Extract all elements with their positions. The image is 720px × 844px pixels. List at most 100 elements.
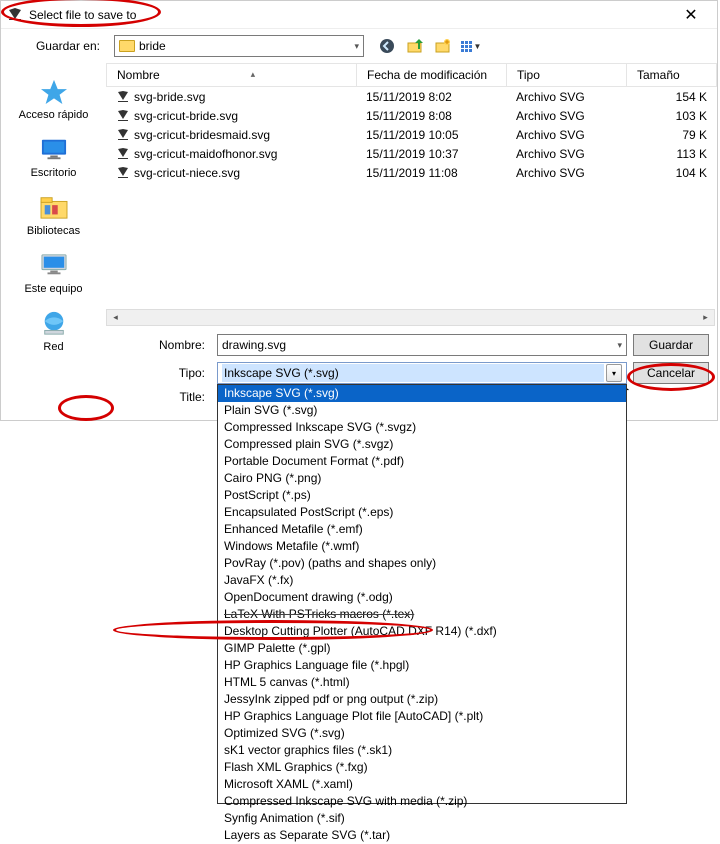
sort-asc-icon: ▴ [251,69,256,80]
scroll-track[interactable] [124,310,697,325]
filetype-selected: Inkscape SVG (*.svg) [222,364,604,382]
filetype-option[interactable]: Windows Metafile (*.wmf) [218,538,626,555]
place-label: Este equipo [24,283,82,295]
scroll-left-icon[interactable]: ◂ [107,310,124,325]
folder-icon [119,40,135,52]
svg-file-icon [116,109,130,123]
filename-label: Nombre: [126,338,211,352]
file-date: 15/11/2019 10:37 [356,147,506,161]
filetype-option[interactable]: HP Graphics Language Plot file [AutoCAD]… [218,708,626,725]
filetype-option[interactable]: Synfig Animation (*.sif) [218,810,626,827]
file-name: svg-cricut-bridesmaid.svg [134,128,270,142]
chevron-down-icon[interactable]: ▾ [606,364,622,382]
file-date: 15/11/2019 10:05 [356,128,506,142]
places-sidebar: Acceso rápido Escritorio Bibliotecas Este e… [1,63,106,420]
filetype-option[interactable]: JessyInk zipped pdf or png output (*.zip… [218,691,626,708]
folder-select[interactable]: bride ▾ [114,35,364,57]
filetype-option[interactable]: PostScript (*.ps) [218,487,626,504]
svg-file-icon [116,128,130,142]
file-date: 15/11/2019 11:08 [356,166,506,180]
filetype-option[interactable]: LaTeX With PSTricks macros (*.tex) [218,606,626,623]
filename-input[interactable]: drawing.svg ▾ [217,334,627,356]
place-label: Bibliotecas [27,225,80,237]
file-row[interactable]: svg-cricut-bride.svg15/11/2019 8:08Archi… [106,106,717,125]
file-row[interactable]: svg-cricut-maidofhonor.svg 15/11/2019 10:… [106,144,717,163]
filetype-option[interactable]: HTML 5 canvas (*.html) [218,674,626,691]
file-name: svg-bride.svg [134,90,205,104]
scroll-right-icon[interactable]: ▸ [697,310,714,325]
file-type: Archivo SVG [506,128,626,142]
horizontal-scrollbar[interactable]: ◂ ▸ [106,309,715,326]
file-name: svg-cricut-maidofhonor.svg [134,147,277,161]
column-headers: Nombre▴ Fecha de modificación Tipo Tamañ… [106,63,717,87]
filetype-option[interactable]: Compressed plain SVG (*.svgz) [218,436,626,453]
back-icon[interactable] [378,37,396,55]
filetype-dropdown[interactable]: Inkscape SVG (*.svg)Plain SVG (*.svg)Com… [217,384,627,804]
filetype-option[interactable]: Layers as Separate SVG (*.tar) [218,827,626,844]
filetype-option[interactable]: HP Graphics Language file (*.hpgl) [218,657,626,674]
filetype-option[interactable]: Compressed Inkscape SVG (*.svgz) [218,419,626,436]
filetype-option[interactable]: PovRay (*.pov) (paths and shapes only) [218,555,626,572]
title-label: Title: [126,390,211,404]
filetype-option[interactable]: GIMP Palette (*.gpl) [218,640,626,657]
file-type: Archivo SVG [506,147,626,161]
chevron-down-icon[interactable]: ▾ [617,340,622,351]
file-size: 154 K [626,90,717,104]
thispc-icon [38,251,70,279]
new-folder-icon[interactable] [434,37,452,55]
col-name[interactable]: Nombre▴ [107,64,357,86]
filetype-option[interactable]: Plain SVG (*.svg) [218,402,626,419]
filetype-option[interactable]: JavaFX (*.fx) [218,572,626,589]
filetype-option[interactable]: Optimized SVG (*.svg) [218,725,626,742]
libs-icon [38,193,70,221]
bottom-form: Nombre: drawing.svg ▾ Guardar Tipo: Inks… [106,334,717,420]
filetype-option[interactable]: Portable Document Format (*.pdf) [218,453,626,470]
app-icon [7,7,23,23]
filetype-option[interactable]: Desktop Cutting Plotter (AutoCAD DXF R14… [218,623,626,640]
network-icon [38,309,70,337]
col-size[interactable]: Tamaño [627,64,717,86]
file-size: 103 K [626,109,717,123]
file-type: Archivo SVG [506,90,626,104]
file-row[interactable]: svg-cricut-bridesmaid.svg 15/11/2019 10:0… [106,125,717,144]
svg-file-icon [116,166,130,180]
file-rows[interactable]: svg-bride.svg15/11/2019 8:02Archivo SVG1… [106,87,717,307]
place-quick[interactable]: Acceso rápido [1,77,106,121]
file-row[interactable]: svg-bride.svg 15/11/2019 8:02Archivo SVG1… [106,87,717,106]
filetype-option[interactable]: sK1 vector graphics files (*.sk1) [218,742,626,759]
filetype-option[interactable]: Inkscape SVG (*.svg) [218,385,626,402]
place-label: Red [43,341,63,353]
up-one-level-icon[interactable] [406,37,424,55]
file-row[interactable]: svg-cricut-niece.svg15/11/2019 11:08Arch… [106,163,717,182]
filetype-combo[interactable]: Inkscape SVG (*.svg) ▾ ↖ Inkscape SVG (*… [217,362,627,384]
file-date: 15/11/2019 8:02 [356,90,506,104]
file-name: svg-cricut-bride.svg [134,109,238,123]
filetype-option[interactable]: Compressed Inkscape SVG with media (*.zi… [218,793,626,810]
view-menu-icon[interactable]: ▼ [462,37,480,55]
filetype-label: Tipo: [126,366,211,380]
file-size: 79 K [626,128,717,142]
file-date: 15/11/2019 8:08 [356,109,506,123]
titlebar: Select file to save to ✕ [1,1,717,29]
svg-file-icon [116,90,130,104]
filetype-option[interactable]: Microsoft XAML (*.xaml) [218,776,626,793]
place-desktop[interactable]: Escritorio [1,135,106,179]
place-network[interactable]: Red [1,309,106,353]
filetype-option[interactable]: OpenDocument drawing (*.odg) [218,589,626,606]
file-size: 113 K [626,147,717,161]
close-button[interactable]: ✕ [671,5,711,25]
place-label: Escritorio [31,167,77,179]
filetype-option[interactable]: Cairo PNG (*.png) [218,470,626,487]
place-libs[interactable]: Bibliotecas [1,193,106,237]
quick-icon [38,77,70,105]
filetype-option[interactable]: Enhanced Metafile (*.emf) [218,521,626,538]
filetype-option[interactable]: Flash XML Graphics (*.fxg) [218,759,626,776]
col-type[interactable]: Tipo [507,64,627,86]
filename-value: drawing.svg [222,338,286,352]
place-thispc[interactable]: Este equipo [1,251,106,295]
filetype-option[interactable]: Encapsulated PostScript (*.eps) [218,504,626,521]
save-button[interactable]: Guardar [633,334,709,356]
file-name: svg-cricut-niece.svg [134,166,240,180]
col-date[interactable]: Fecha de modificación [357,64,507,86]
cancel-button[interactable]: Cancelar [633,362,709,384]
